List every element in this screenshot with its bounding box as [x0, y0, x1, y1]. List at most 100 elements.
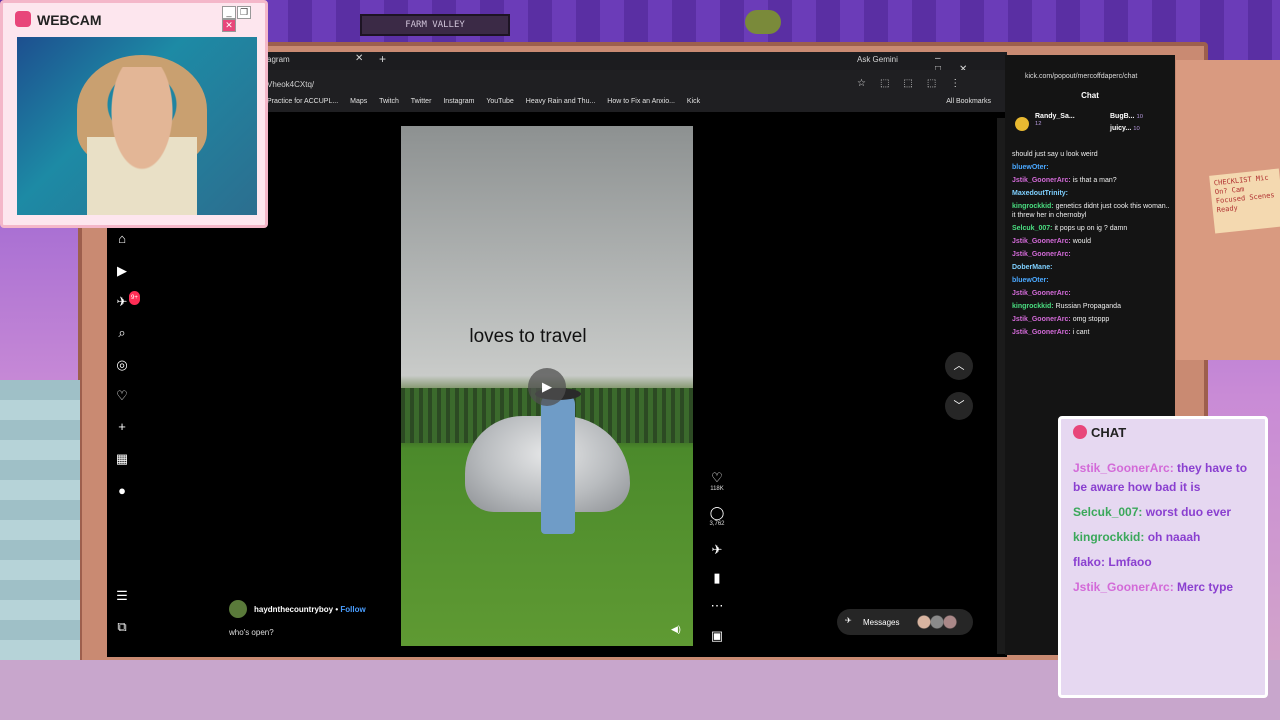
chat-overlay-message: kingrockkid: oh naaah: [1073, 528, 1249, 547]
chat-username[interactable]: MaxedoutTrinity:: [1012, 190, 1068, 197]
ask-gemini-button[interactable]: Ask Gemini: [857, 55, 898, 64]
chat-text: oh naaah: [1147, 530, 1201, 544]
like-button[interactable]: ♡ 118K: [707, 470, 727, 492]
reel-video[interactable]: loves to travel ▶ ◀): [401, 126, 693, 646]
chat-line: Jstik_GoonerArc:: [1012, 289, 1172, 298]
minimize-icon: _: [222, 6, 236, 19]
leader-name: Randy_Sa...: [1035, 113, 1075, 120]
address-bar[interactable]: Vheok4CXtq/ ☆⬚⬚⬚⋮: [267, 70, 1007, 100]
chat-user: Jstik_GoonerArc:: [1073, 580, 1174, 594]
chat-text: it pops up on ig ? damn: [1054, 225, 1128, 232]
leader-entry: BugB... 10: [1110, 113, 1143, 120]
chat-line: MaxedoutTrinity:: [1012, 189, 1172, 198]
search-icon[interactable]: ⌕: [115, 326, 129, 340]
frog-decoration: [745, 10, 781, 34]
share-icon[interactable]: ✈: [707, 542, 727, 558]
chat-username[interactable]: bluewOter:: [1012, 277, 1049, 284]
bookmark-item[interactable]: Kick: [687, 98, 700, 105]
video-person: [541, 394, 575, 534]
maximize-icon: ❐: [237, 6, 251, 19]
chat-text: omg stoppp: [1072, 316, 1110, 323]
bookmark-item[interactable]: Instagram: [443, 98, 474, 105]
chat-username[interactable]: Jstik_GoonerArc:: [1012, 329, 1071, 336]
explore-icon[interactable]: ◎: [115, 358, 129, 372]
profile-avatar[interactable]: ●: [115, 484, 129, 498]
webcam-video: [17, 37, 257, 215]
chat-username[interactable]: DoberMane:: [1012, 264, 1052, 271]
chat-text: should just say u look weird: [1012, 151, 1098, 158]
bookmark-item[interactable]: YouTube: [486, 98, 514, 105]
play-icon[interactable]: ▶: [528, 368, 566, 406]
chat-text: Merc type: [1177, 580, 1234, 594]
heart-icon[interactable]: ♡: [115, 389, 129, 403]
follow-button[interactable]: Follow: [340, 605, 365, 614]
leader-entry: juicy... 10: [1110, 125, 1140, 132]
all-bookmarks[interactable]: All Bookmarks: [946, 98, 991, 105]
reel-caption: loves to travel: [469, 326, 587, 347]
chat-user: Jstik_GoonerArc:: [1073, 461, 1174, 475]
chat-username[interactable]: Jstik_GoonerArc:: [1012, 238, 1071, 245]
trophy-icon: [1015, 117, 1029, 131]
close-icon: ✕: [222, 19, 236, 32]
leader-count: 10: [1136, 114, 1143, 120]
reels-icon[interactable]: ▶: [115, 264, 129, 278]
previous-reel-icon[interactable]: ︿: [945, 352, 973, 380]
webcam-header: WEBCAM: [15, 11, 102, 28]
like-count: 118K: [710, 486, 724, 492]
chat-username[interactable]: Jstik_GoonerArc:: [1012, 290, 1071, 297]
chat-username[interactable]: kingrockkid:: [1012, 303, 1054, 310]
leader-count: 10: [1133, 126, 1140, 132]
bookmark-icon[interactable]: ▮: [707, 570, 727, 586]
tab-close-icon[interactable]: ✕: [355, 53, 363, 64]
bookmark-item[interactable]: Twitter: [411, 98, 432, 105]
checklist-note: CHECKLIST Mic On? Cam Focused Scenes Rea…: [1209, 168, 1280, 234]
chat-line: Jstik_GoonerArc:: [1012, 250, 1172, 259]
home-icon[interactable]: ⌂: [115, 232, 129, 246]
dashboard-icon[interactable]: ▦: [115, 452, 129, 466]
tab-instagram[interactable]: agram: [267, 55, 290, 64]
chat-username[interactable]: Selcuk_007:: [1012, 225, 1052, 232]
bookmark-item[interactable]: Twitch: [379, 98, 399, 105]
menu-icon[interactable]: ☰: [115, 589, 129, 603]
shelf-label: FARM VALLEY: [405, 20, 465, 30]
chat-user: kingrockkid:: [1073, 530, 1145, 544]
author-name[interactable]: haydnthecountryboy: [254, 605, 333, 614]
chat-line: Selcuk_007: it pops up on ig ? damn: [1012, 224, 1172, 233]
chat-username[interactable]: bluewOter:: [1012, 164, 1049, 171]
more-options-icon[interactable]: ⋯: [707, 598, 727, 614]
new-tab-icon[interactable]: +: [379, 52, 386, 66]
messages-button[interactable]: ✈ Messages: [837, 609, 973, 635]
author-avatar[interactable]: [229, 600, 247, 618]
page-scrollbar[interactable]: [997, 118, 1005, 654]
chat-username[interactable]: Jstik_GoonerArc:: [1012, 177, 1071, 184]
chat-username[interactable]: Jstik_GoonerArc:: [1012, 251, 1071, 258]
messages-icon[interactable]: ✈ 9+: [115, 291, 140, 309]
chat-title: Chat: [1081, 91, 1099, 100]
leader-name: juicy...: [1110, 125, 1132, 132]
send-icon: ✈: [845, 616, 852, 625]
next-reel-icon[interactable]: ﹀: [945, 392, 973, 420]
chat-username[interactable]: kingrockkid:: [1012, 203, 1054, 210]
audio-thumbnail[interactable]: ▣: [707, 628, 727, 644]
reel-description: who's open?: [229, 628, 274, 637]
more-icon[interactable]: ⧉: [115, 620, 129, 634]
chat-overlay-header: CHAT: [1073, 425, 1126, 440]
chat-username[interactable]: Jstik_GoonerArc:: [1012, 316, 1071, 323]
comment-button[interactable]: ◯ 3,762: [707, 505, 727, 527]
mute-icon[interactable]: ◀): [671, 624, 681, 635]
chat-text: is that a man?: [1072, 177, 1117, 184]
create-icon[interactable]: +: [115, 420, 129, 434]
bookmark-item[interactable]: Heavy Rain and Thu...: [526, 98, 596, 105]
url-text[interactable]: Vheok4CXtq/: [267, 80, 314, 89]
comment-count: 3,762: [709, 521, 725, 527]
chat-messages: should just say u look weird bluewOter: J…: [1012, 150, 1172, 341]
bookmark-item[interactable]: How to Fix an Anxio...: [607, 98, 675, 105]
chat-url[interactable]: kick.com/popout/mercoffdaperc/chat: [1025, 73, 1137, 80]
bookmark-item[interactable]: Maps: [350, 98, 367, 105]
webcam-title: WEBCAM: [37, 12, 102, 28]
toolbar-icons[interactable]: ☆⬚⬚⬚⋮: [857, 78, 974, 89]
messages-label: Messages: [863, 618, 900, 627]
chat-line: should just say u look weird: [1012, 150, 1172, 159]
bookmark-item[interactable]: Practice for ACCUPL...: [267, 98, 338, 105]
shelf-sign: FARM VALLEY: [360, 14, 510, 36]
